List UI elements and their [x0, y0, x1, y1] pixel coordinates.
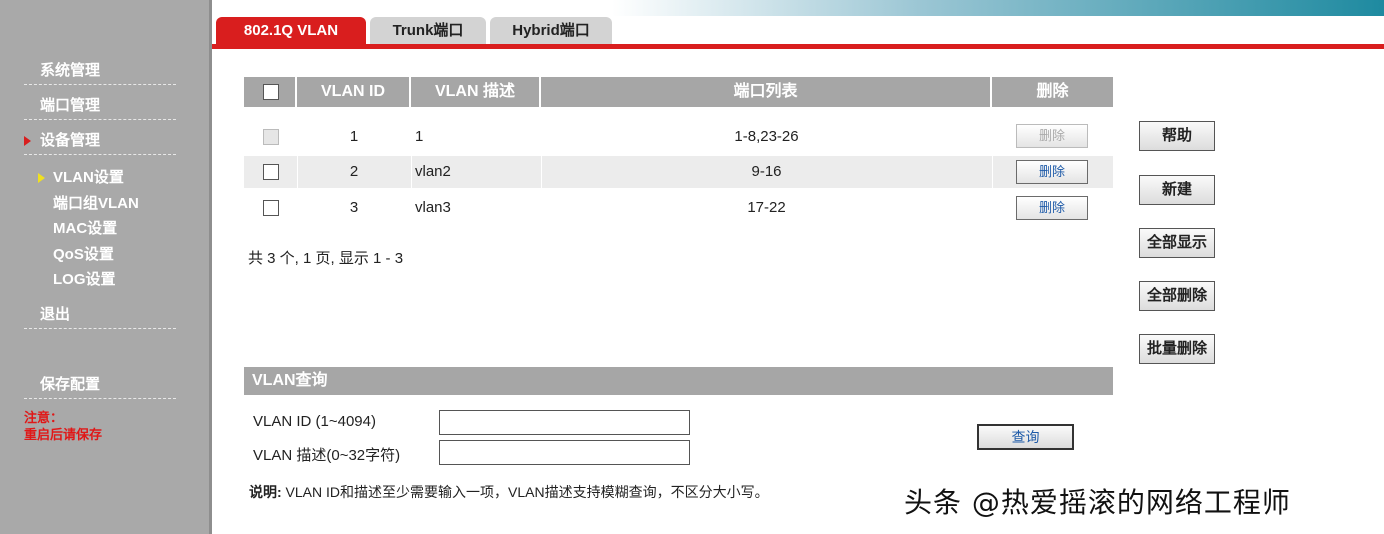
delete-button[interactable]: 删除: [1016, 160, 1088, 184]
vlan-id-input[interactable]: [439, 410, 690, 435]
cell-port-list: 9-16: [751, 163, 782, 180]
column-divider: [992, 156, 993, 188]
query-button[interactable]: 查询: [977, 424, 1074, 450]
col-header-delete: 删除: [1036, 83, 1069, 100]
cell-vlan-desc: vlan3: [415, 199, 451, 216]
select-all-checkbox[interactable]: [263, 84, 279, 100]
table-row: 2 vlan2 9-16 删除: [244, 156, 1113, 188]
watermark: 头条 @热爱摇滚的网络工程师: [904, 486, 1291, 519]
tab-trunk-port[interactable]: Trunk端口: [370, 17, 486, 45]
sidebar-note-text: 重启后请保存: [24, 427, 103, 442]
tab-hybrid-port[interactable]: Hybrid端口: [490, 17, 612, 45]
sidebar-subitem-label: VLAN设置: [53, 169, 124, 186]
vlan-id-label: VLAN ID (1~4094): [253, 413, 376, 430]
cell-vlan-desc: 1: [415, 128, 424, 145]
vlan-query-header: VLAN查询: [244, 367, 1113, 395]
tab-8021q-vlan[interactable]: 802.1Q VLAN: [216, 17, 366, 45]
sidebar-subitem-log[interactable]: LOG设置: [38, 269, 116, 291]
sidebar-item-label: 系统管理: [40, 62, 101, 79]
sidebar-item-label: 设备管理: [40, 132, 101, 149]
row-checkbox[interactable]: [263, 164, 279, 180]
sidebar-item-ports[interactable]: 端口管理: [24, 93, 176, 120]
cell-port-list: 17-22: [747, 199, 786, 216]
delete-all-button[interactable]: 全部删除: [1139, 281, 1215, 311]
vlan-table-header: VLAN ID VLAN 描述 端口列表 删除: [244, 77, 1113, 107]
sidebar-subitem-label: QoS设置: [53, 246, 114, 263]
sidebar-item-save-config[interactable]: 保存配置: [24, 372, 176, 399]
sidebar-item-label: 退出: [40, 306, 71, 323]
vlan-desc-label: VLAN 描述(0~32字符): [253, 447, 401, 464]
show-all-button[interactable]: 全部显示: [1139, 228, 1215, 258]
select-all-cell: [244, 77, 297, 107]
cell-vlan-id: 2: [349, 163, 359, 180]
pagination-summary: 共 3 个, 1 页, 显示 1 - 3: [248, 250, 404, 267]
cell-vlan-id: 1: [349, 128, 359, 145]
query-note-text: VLAN ID和描述至少需要输入一项，VLAN描述支持模糊查询，不区分大小写。: [281, 484, 769, 500]
delete-button: 删除: [1016, 124, 1088, 148]
sidebar-note-title: 注意：: [24, 410, 64, 425]
sidebar-subitem-label: MAC设置: [53, 220, 118, 237]
new-button[interactable]: 新建: [1139, 175, 1215, 205]
help-button[interactable]: 帮助: [1139, 121, 1215, 151]
col-header-port-list: 端口列表: [541, 77, 992, 107]
sidebar-subitem-vlan[interactable]: VLAN设置: [38, 167, 124, 189]
delete-button[interactable]: 删除: [1016, 196, 1088, 220]
cell-vlan-id: 3: [349, 199, 359, 216]
table-row: 1 1 1-8,23-26 删除: [244, 121, 1113, 153]
sidebar-item-logout[interactable]: 退出: [24, 302, 176, 329]
sidebar-subitem-label: 端口组VLAN: [53, 195, 139, 212]
query-note-label: 说明:: [249, 484, 282, 500]
column-divider: [411, 156, 412, 188]
sidebar-edge: [209, 0, 212, 534]
sidebar-item-label: 保存配置: [40, 376, 101, 393]
sidebar-subitem-qos[interactable]: QoS设置: [38, 244, 114, 266]
tab-underline: [212, 44, 1384, 49]
table-row: 3 vlan3 17-22 删除: [244, 192, 1113, 224]
sidebar-item-device[interactable]: 设备管理: [24, 128, 176, 155]
vlan-desc-input[interactable]: [439, 440, 690, 465]
batch-delete-button[interactable]: 批量删除: [1139, 334, 1215, 364]
query-note: 说明: VLAN ID和描述至少需要输入一项，VLAN描述支持模糊查询，不区分大…: [249, 482, 769, 502]
cell-vlan-desc: vlan2: [415, 163, 451, 180]
sidebar-subitem-mac[interactable]: MAC设置: [38, 218, 117, 240]
arrow-right-icon: [24, 136, 31, 146]
top-banner: [612, 0, 1384, 16]
col-header-vlan-desc: VLAN 描述: [411, 77, 541, 107]
sidebar-item-label: 端口管理: [40, 97, 101, 114]
sidebar-item-system[interactable]: 系统管理: [24, 58, 176, 85]
cell-port-list: 1-8,23-26: [734, 128, 799, 145]
col-header-vlan-id: VLAN ID: [297, 77, 411, 107]
sidebar-subitem-label: LOG设置: [53, 271, 116, 288]
row-checkbox: [263, 129, 279, 145]
sidebar-subitem-port-group-vlan[interactable]: 端口组VLAN: [38, 193, 139, 215]
arrow-right-icon: [38, 173, 45, 183]
row-checkbox[interactable]: [263, 200, 279, 216]
